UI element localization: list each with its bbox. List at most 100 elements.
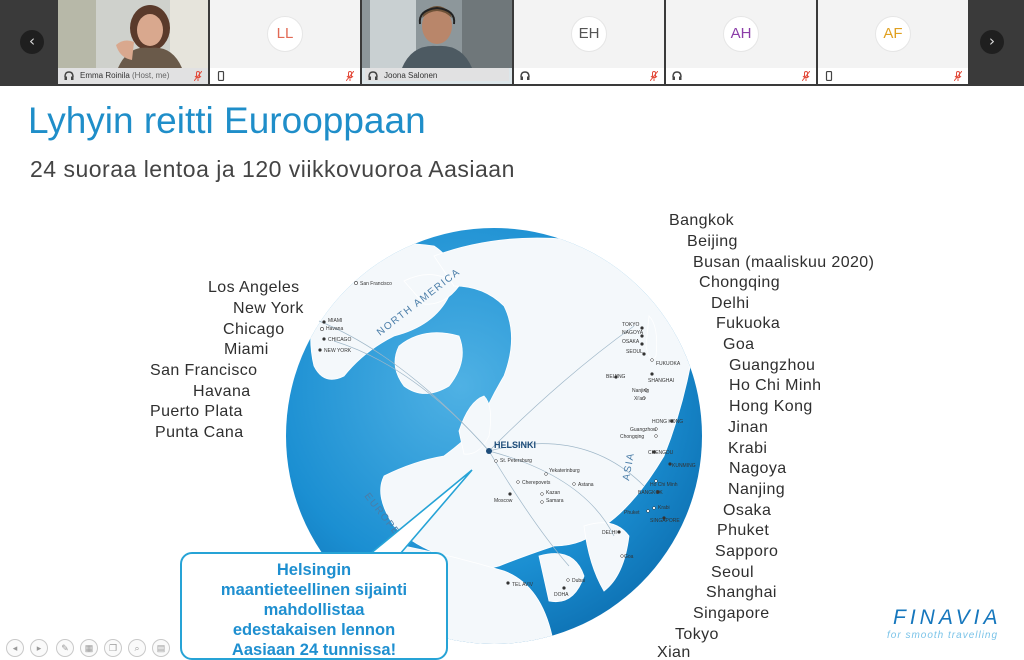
point-label: Ho Chi Minh <box>650 482 678 488</box>
copy-button[interactable]: ❐ <box>104 639 122 657</box>
headset-icon <box>368 71 378 80</box>
destination-west: Punta Cana <box>155 424 244 441</box>
participant-name: Emma Roinila <box>80 71 130 80</box>
destination-asia: Nagoya <box>729 460 787 477</box>
destination-asia: Shanghai <box>706 584 777 601</box>
participant-role: (Host, me) <box>129 71 170 80</box>
destination-west: San Francisco <box>150 362 258 379</box>
point-label: Havana <box>326 326 343 332</box>
point-label: Cherepovets <box>522 480 551 486</box>
muted-mic-icon[interactable] <box>802 71 810 81</box>
participant-info-bar: Emma Roinila (Host, me) <box>58 68 208 84</box>
chevron-right-icon: › <box>989 32 995 50</box>
next-slide-button[interactable]: ▸ <box>30 639 48 657</box>
muted-mic-icon[interactable] <box>954 71 962 81</box>
subtitles-icon: ▤ <box>156 643 166 653</box>
point-label: KUNMING <box>672 463 696 469</box>
point-label: Dubai <box>572 578 585 584</box>
destination-asia: Xian <box>657 644 691 660</box>
avatar: EH <box>571 16 607 52</box>
destination-asia: Beijing <box>687 233 738 250</box>
point-label: Phuket <box>624 510 640 516</box>
next-participants-button[interactable]: › <box>980 30 1004 54</box>
muted-mic-icon[interactable] <box>346 71 354 81</box>
point-label: NEW YORK <box>324 348 352 354</box>
point-label: Nanjing <box>632 388 649 394</box>
destination-asia: Fukuoka <box>716 315 781 332</box>
point-label: Xi'an <box>634 396 645 402</box>
participant-info-bar <box>210 68 360 84</box>
destination-asia: Sapporo <box>715 543 779 560</box>
participant-tile-af[interactable]: AF <box>818 0 968 84</box>
phone-icon <box>217 71 225 81</box>
destination-west: Miami <box>224 341 269 358</box>
point-label: OSAKA <box>622 339 640 345</box>
point-label: Yekaterinburg <box>549 468 580 474</box>
callout-text: Helsingin maantieteellinen sijainti mahd… <box>220 561 408 659</box>
destination-west: Havana <box>193 383 251 400</box>
destination-asia: Bangkok <box>669 212 735 229</box>
phone-icon <box>825 71 833 81</box>
destination-asia: Guangzhou <box>729 357 816 374</box>
destination-asia: Nanjing <box>728 481 786 498</box>
point-label: Krabi <box>658 505 670 511</box>
destination-asia: Chongqing <box>699 274 780 291</box>
point-label: BANGKOK <box>638 490 663 496</box>
participant-tile-ah[interactable]: AH <box>666 0 816 84</box>
point-label: FUKUOKA <box>656 361 681 367</box>
destination-asia: Jinan <box>728 419 769 436</box>
destination-asia: Seoul <box>711 564 754 581</box>
point-label: SEOUL <box>626 349 643 355</box>
point-label: Kazan <box>546 490 560 496</box>
participant-info-bar: Joona Salonen <box>362 68 512 84</box>
pen-tool-button[interactable]: ✎ <box>56 639 74 657</box>
slides-grid-button[interactable]: ▦ <box>80 639 98 657</box>
participant-tile-ll[interactable]: LL <box>210 0 360 84</box>
grid-icon: ▦ <box>84 643 94 653</box>
point-label: MIAMI <box>328 318 342 324</box>
avatar: AH <box>723 16 759 52</box>
zoom-button[interactable]: ⌕ <box>128 639 146 657</box>
participant-info-bar <box>818 68 968 84</box>
finavia-logo: FINAVIA for smooth travelling <box>887 606 1002 641</box>
point-label: HONG KONG <box>652 419 683 425</box>
participant-tile-joona[interactable]: Joona Salonen <box>362 0 512 84</box>
logo-wordmark: FINAVIA <box>893 606 1002 629</box>
participant-info-bar <box>666 68 816 84</box>
participant-name: Joona Salonen <box>384 71 438 80</box>
previous-slide-button[interactable]: ◂ <box>6 639 24 657</box>
destination-west: Puerto Plata <box>150 403 243 420</box>
chevron-left-icon: ◂ <box>12 643 18 653</box>
point-label: DELHI <box>602 530 617 536</box>
subtitles-button[interactable]: ▤ <box>152 639 170 657</box>
slide-toolbar: ◂ ▸ ✎ ▦ ❐ ⌕ ▤ <box>0 636 200 660</box>
point-label: SHANGHAI <box>648 378 674 384</box>
avatar: LL <box>267 16 303 52</box>
participant-tile-eh[interactable]: EH <box>514 0 664 84</box>
muted-mic-icon[interactable] <box>194 71 202 81</box>
destination-asia: Phuket <box>717 522 770 539</box>
destination-asia: Hong Kong <box>729 398 813 415</box>
participant-strip: ‹ Emma Roinila (Host, me) LL Joona Salon… <box>0 0 1024 86</box>
point-label: TOKYO <box>622 322 640 328</box>
previous-participants-button[interactable]: ‹ <box>20 30 44 54</box>
destination-asia: Ho Chi Minh <box>729 377 822 394</box>
logo-tagline: for smooth travelling <box>887 630 999 641</box>
point-label: DOHA <box>554 592 569 598</box>
point-label: St. Petersburg <box>500 458 532 464</box>
helsinki-label: HELSINKI <box>494 440 536 450</box>
shared-slide: Lyhyin reitti Eurooppaan 24 suoraa lento… <box>0 86 1024 660</box>
pen-icon: ✎ <box>61 643 69 653</box>
copy-icon: ❐ <box>108 643 118 653</box>
point-label: NAGOYA <box>622 330 644 336</box>
participant-info-bar <box>514 68 664 84</box>
point-label: TEL AVIV <box>512 582 534 588</box>
headset-icon <box>672 71 682 80</box>
muted-mic-icon[interactable] <box>650 71 658 81</box>
destination-asia: Busan (maaliskuu 2020) <box>693 254 875 271</box>
participant-tile-emma[interactable]: Emma Roinila (Host, me) <box>58 0 208 84</box>
slide-title: Lyhyin reitti Eurooppaan <box>28 100 426 141</box>
point-label: SINGAPORE <box>650 518 680 524</box>
participant-video <box>362 0 512 68</box>
meeting-window: ‹ Emma Roinila (Host, me) LL Joona Salon… <box>0 0 1024 660</box>
